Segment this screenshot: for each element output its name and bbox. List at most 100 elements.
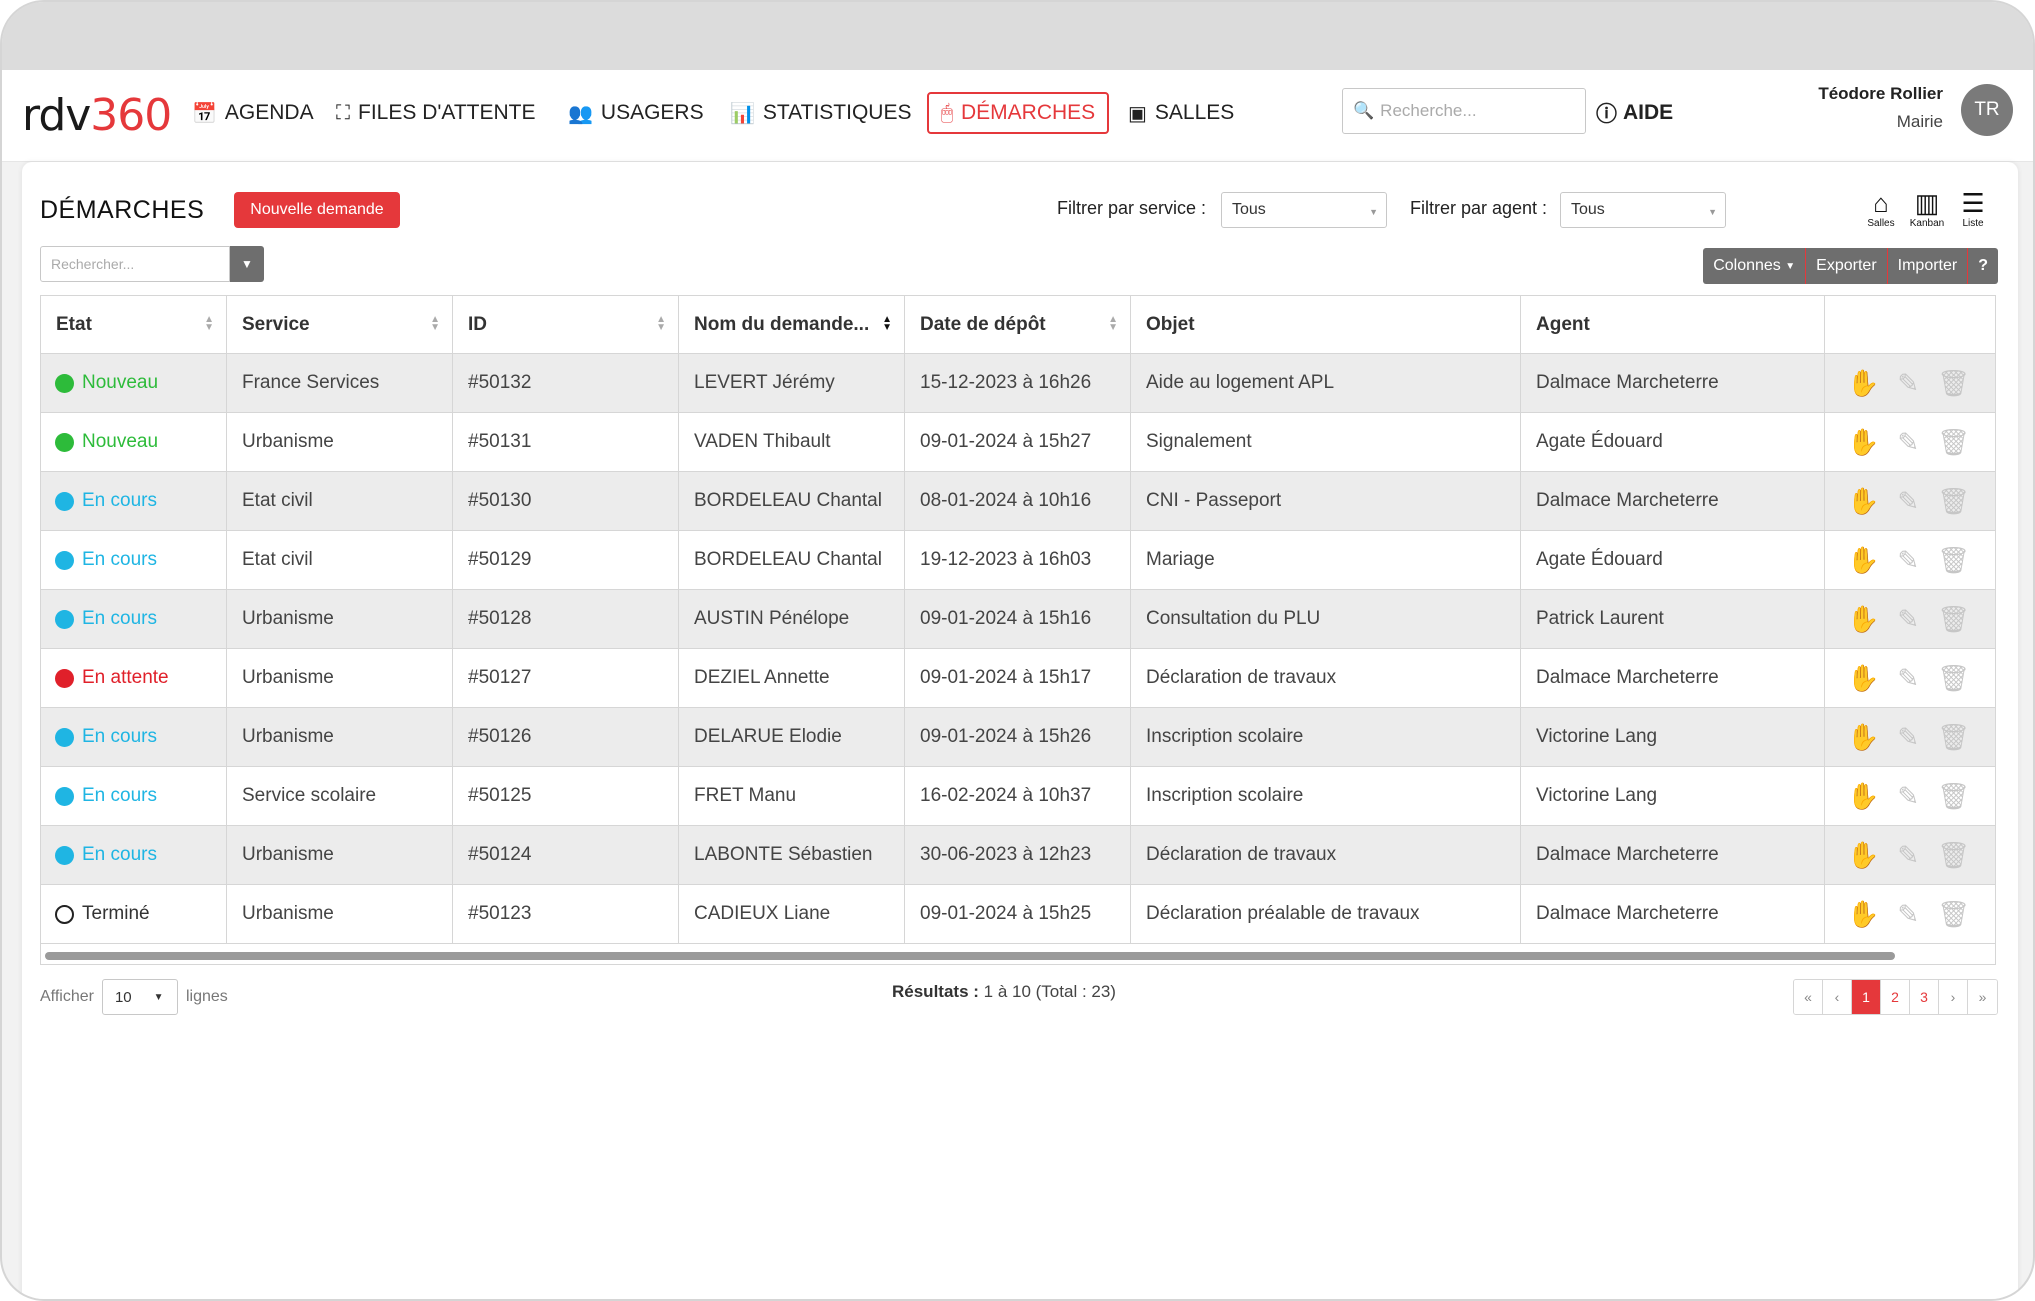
table-row[interactable]: En attente Urbanisme #50127 DEZIEL Annette 0…	[41, 649, 1995, 708]
trash-icon[interactable]: 🗑	[1937, 427, 1970, 458]
pagination-button[interactable]: 2	[1881, 980, 1910, 1014]
column-header[interactable]: Nom du demande... ▲ ▼	[679, 296, 905, 354]
sort-icon[interactable]: ▲ ▼	[204, 315, 214, 333]
nav-salles[interactable]: ▣ SALLES	[1128, 92, 1234, 134]
hand-icon[interactable]: ✋	[1847, 663, 1879, 694]
global-search-input[interactable]: 🔍 Recherche...	[1342, 88, 1586, 134]
new-request-button[interactable]: Nouvelle demande	[234, 192, 400, 228]
horizontal-scrollbar[interactable]	[45, 952, 1895, 960]
trash-icon[interactable]: 🗑	[1937, 486, 1970, 517]
trash-icon[interactable]: 🗑	[1937, 545, 1970, 576]
results-summary: Résultats : 1 à 10 (Total : 23)	[892, 982, 1116, 1001]
help-link[interactable]: ⓘ AIDE	[1596, 92, 1673, 134]
edit-icon[interactable]: ✎	[1897, 545, 1919, 576]
table-toolbar: Colonnes ▼ Exporter Importer ?	[1703, 248, 1998, 284]
status-cell: En attente	[41, 649, 227, 707]
table-search-input[interactable]: Rechercher...	[40, 246, 230, 282]
pagination-button[interactable]: «	[1794, 980, 1823, 1014]
id-cell: #50130	[453, 472, 679, 530]
columns-button[interactable]: Colonnes ▼	[1703, 248, 1807, 284]
main-card: DÉMARCHES Nouvelle demande Filtrer par s…	[22, 162, 2018, 1299]
edit-icon[interactable]: ✎	[1897, 427, 1919, 458]
edit-icon[interactable]: ✎	[1897, 486, 1919, 517]
column-header[interactable]: Agent	[1521, 296, 1825, 354]
row-actions: ✋ ✎ 🗑	[1825, 826, 1995, 884]
status-cell: En cours	[41, 708, 227, 766]
status-cell: Nouveau	[41, 413, 227, 471]
table-row[interactable]: En cours Urbanisme #50126 DELARUE Elodie 09-…	[41, 708, 1995, 767]
column-header[interactable]: ID ▲ ▼	[453, 296, 679, 354]
view-liste-button[interactable]: ☰ Liste	[1954, 188, 1992, 234]
avatar[interactable]: TR	[1961, 84, 2013, 136]
pagination-button[interactable]: ‹	[1823, 980, 1852, 1014]
column-header[interactable]: Date de dépôt ▲ ▼	[905, 296, 1131, 354]
objet-cell: Aide au logement APL	[1131, 354, 1521, 412]
actions-column-header	[1825, 296, 1995, 354]
view-kanban-button[interactable]: ▥ Kanban	[1908, 188, 1946, 234]
edit-icon[interactable]: ✎	[1897, 663, 1919, 694]
export-button[interactable]: Exporter	[1806, 248, 1888, 284]
pagination-button[interactable]: 3	[1910, 980, 1939, 1014]
edit-icon[interactable]: ✎	[1897, 781, 1919, 812]
edit-icon[interactable]: ✎	[1897, 840, 1919, 871]
table-header: Etat ▲ ▼ Service ▲ ▼ ID ▲ ▼ Nom du demande... ▲ ▼ Da…	[41, 296, 1995, 354]
edit-icon[interactable]: ✎	[1897, 899, 1919, 930]
table-row[interactable]: Nouveau France Services #50132 LEVERT Jérém…	[41, 354, 1995, 413]
table-row[interactable]: Nouveau Urbanisme #50131 VADEN Thibault 09-0…	[41, 413, 1995, 472]
column-header[interactable]: Service ▲ ▼	[227, 296, 453, 354]
trash-icon[interactable]: 🗑	[1937, 722, 1970, 753]
hand-icon[interactable]: ✋	[1847, 486, 1879, 517]
table-row[interactable]: Terminé Urbanisme #50123 CADIEUX Liane 09-01…	[41, 885, 1995, 944]
edit-icon[interactable]: ✎	[1897, 368, 1919, 399]
filter-service-select[interactable]: Tous ▼	[1221, 192, 1387, 228]
table-help-button[interactable]: ?	[1968, 248, 1998, 284]
id-cell: #50129	[453, 531, 679, 589]
hand-icon[interactable]: ✋	[1847, 899, 1879, 930]
table-search-dropdown-button[interactable]: ▼	[230, 246, 264, 282]
sort-icon[interactable]: ▲ ▼	[430, 315, 440, 333]
column-header[interactable]: Objet	[1131, 296, 1521, 354]
table-row[interactable]: En cours Urbanisme #50124 LABONTE Sébastien…	[41, 826, 1995, 885]
user-info[interactable]: Téodore Rollier Mairie	[1818, 84, 1943, 132]
page-size-control: Afficher 10 ▼ lignes	[40, 979, 228, 1015]
hand-icon[interactable]: ✋	[1847, 427, 1879, 458]
trash-icon[interactable]: 🗑	[1937, 899, 1970, 930]
hand-icon[interactable]: ✋	[1847, 722, 1879, 753]
trash-icon[interactable]: 🗑	[1937, 604, 1970, 635]
table-row[interactable]: En cours Urbanisme #50128 AUSTIN Pénélope 09…	[41, 590, 1995, 649]
sort-icon[interactable]: ▲ ▼	[1108, 315, 1118, 333]
pagination-button[interactable]: »	[1968, 980, 1997, 1014]
hand-icon[interactable]: ✋	[1847, 840, 1879, 871]
nav-agenda[interactable]: 📅 AGENDA	[192, 92, 314, 134]
sort-icon[interactable]: ▲ ▼	[882, 315, 892, 333]
edit-icon[interactable]: ✎	[1897, 604, 1919, 635]
nav-statistiques[interactable]: 📊 STATISTIQUES	[730, 92, 911, 134]
trash-icon[interactable]: 🗑	[1937, 663, 1970, 694]
hand-icon[interactable]: ✋	[1847, 368, 1879, 399]
table-row[interactable]: En cours Etat civil #50129 BORDELEAU Chanta…	[41, 531, 1995, 590]
trash-icon[interactable]: 🗑	[1937, 368, 1970, 399]
trash-icon[interactable]: 🗑	[1937, 781, 1970, 812]
date-cell: 19-12-2023 à 16h03	[905, 531, 1131, 589]
pagination-button[interactable]: 1	[1852, 980, 1881, 1014]
hand-icon[interactable]: ✋	[1847, 545, 1879, 576]
column-header[interactable]: Etat ▲ ▼	[41, 296, 227, 354]
nav-files-d-attente[interactable]: ⛶ FILES D'ATTENTE	[336, 92, 535, 134]
table-row[interactable]: En cours Etat civil #50130 BORDELEAU Chanta…	[41, 472, 1995, 531]
sort-icon[interactable]: ▲ ▼	[656, 315, 666, 333]
filter-agent-select[interactable]: Tous ▼	[1560, 192, 1726, 228]
view-salles-button[interactable]: ⌂ Salles	[1862, 188, 1900, 234]
nav-démarches[interactable]: 🖱 DÉMARCHES	[927, 92, 1110, 134]
hand-icon[interactable]: ✋	[1847, 781, 1879, 812]
edit-icon[interactable]: ✎	[1897, 722, 1919, 753]
status-cell: En cours	[41, 472, 227, 530]
objet-cell: Inscription scolaire	[1131, 767, 1521, 825]
table-row[interactable]: En cours Service scolaire #50125 FRET Manu 1…	[41, 767, 1995, 826]
app-logo[interactable]: rdv360	[22, 90, 172, 141]
pagination-button[interactable]: ›	[1939, 980, 1968, 1014]
nav-usagers[interactable]: 👥 USAGERS	[568, 92, 704, 134]
hand-icon[interactable]: ✋	[1847, 604, 1879, 635]
trash-icon[interactable]: 🗑	[1937, 840, 1970, 871]
import-button[interactable]: Importer	[1888, 248, 1969, 284]
page-size-select[interactable]: 10 ▼	[101, 979, 178, 1015]
